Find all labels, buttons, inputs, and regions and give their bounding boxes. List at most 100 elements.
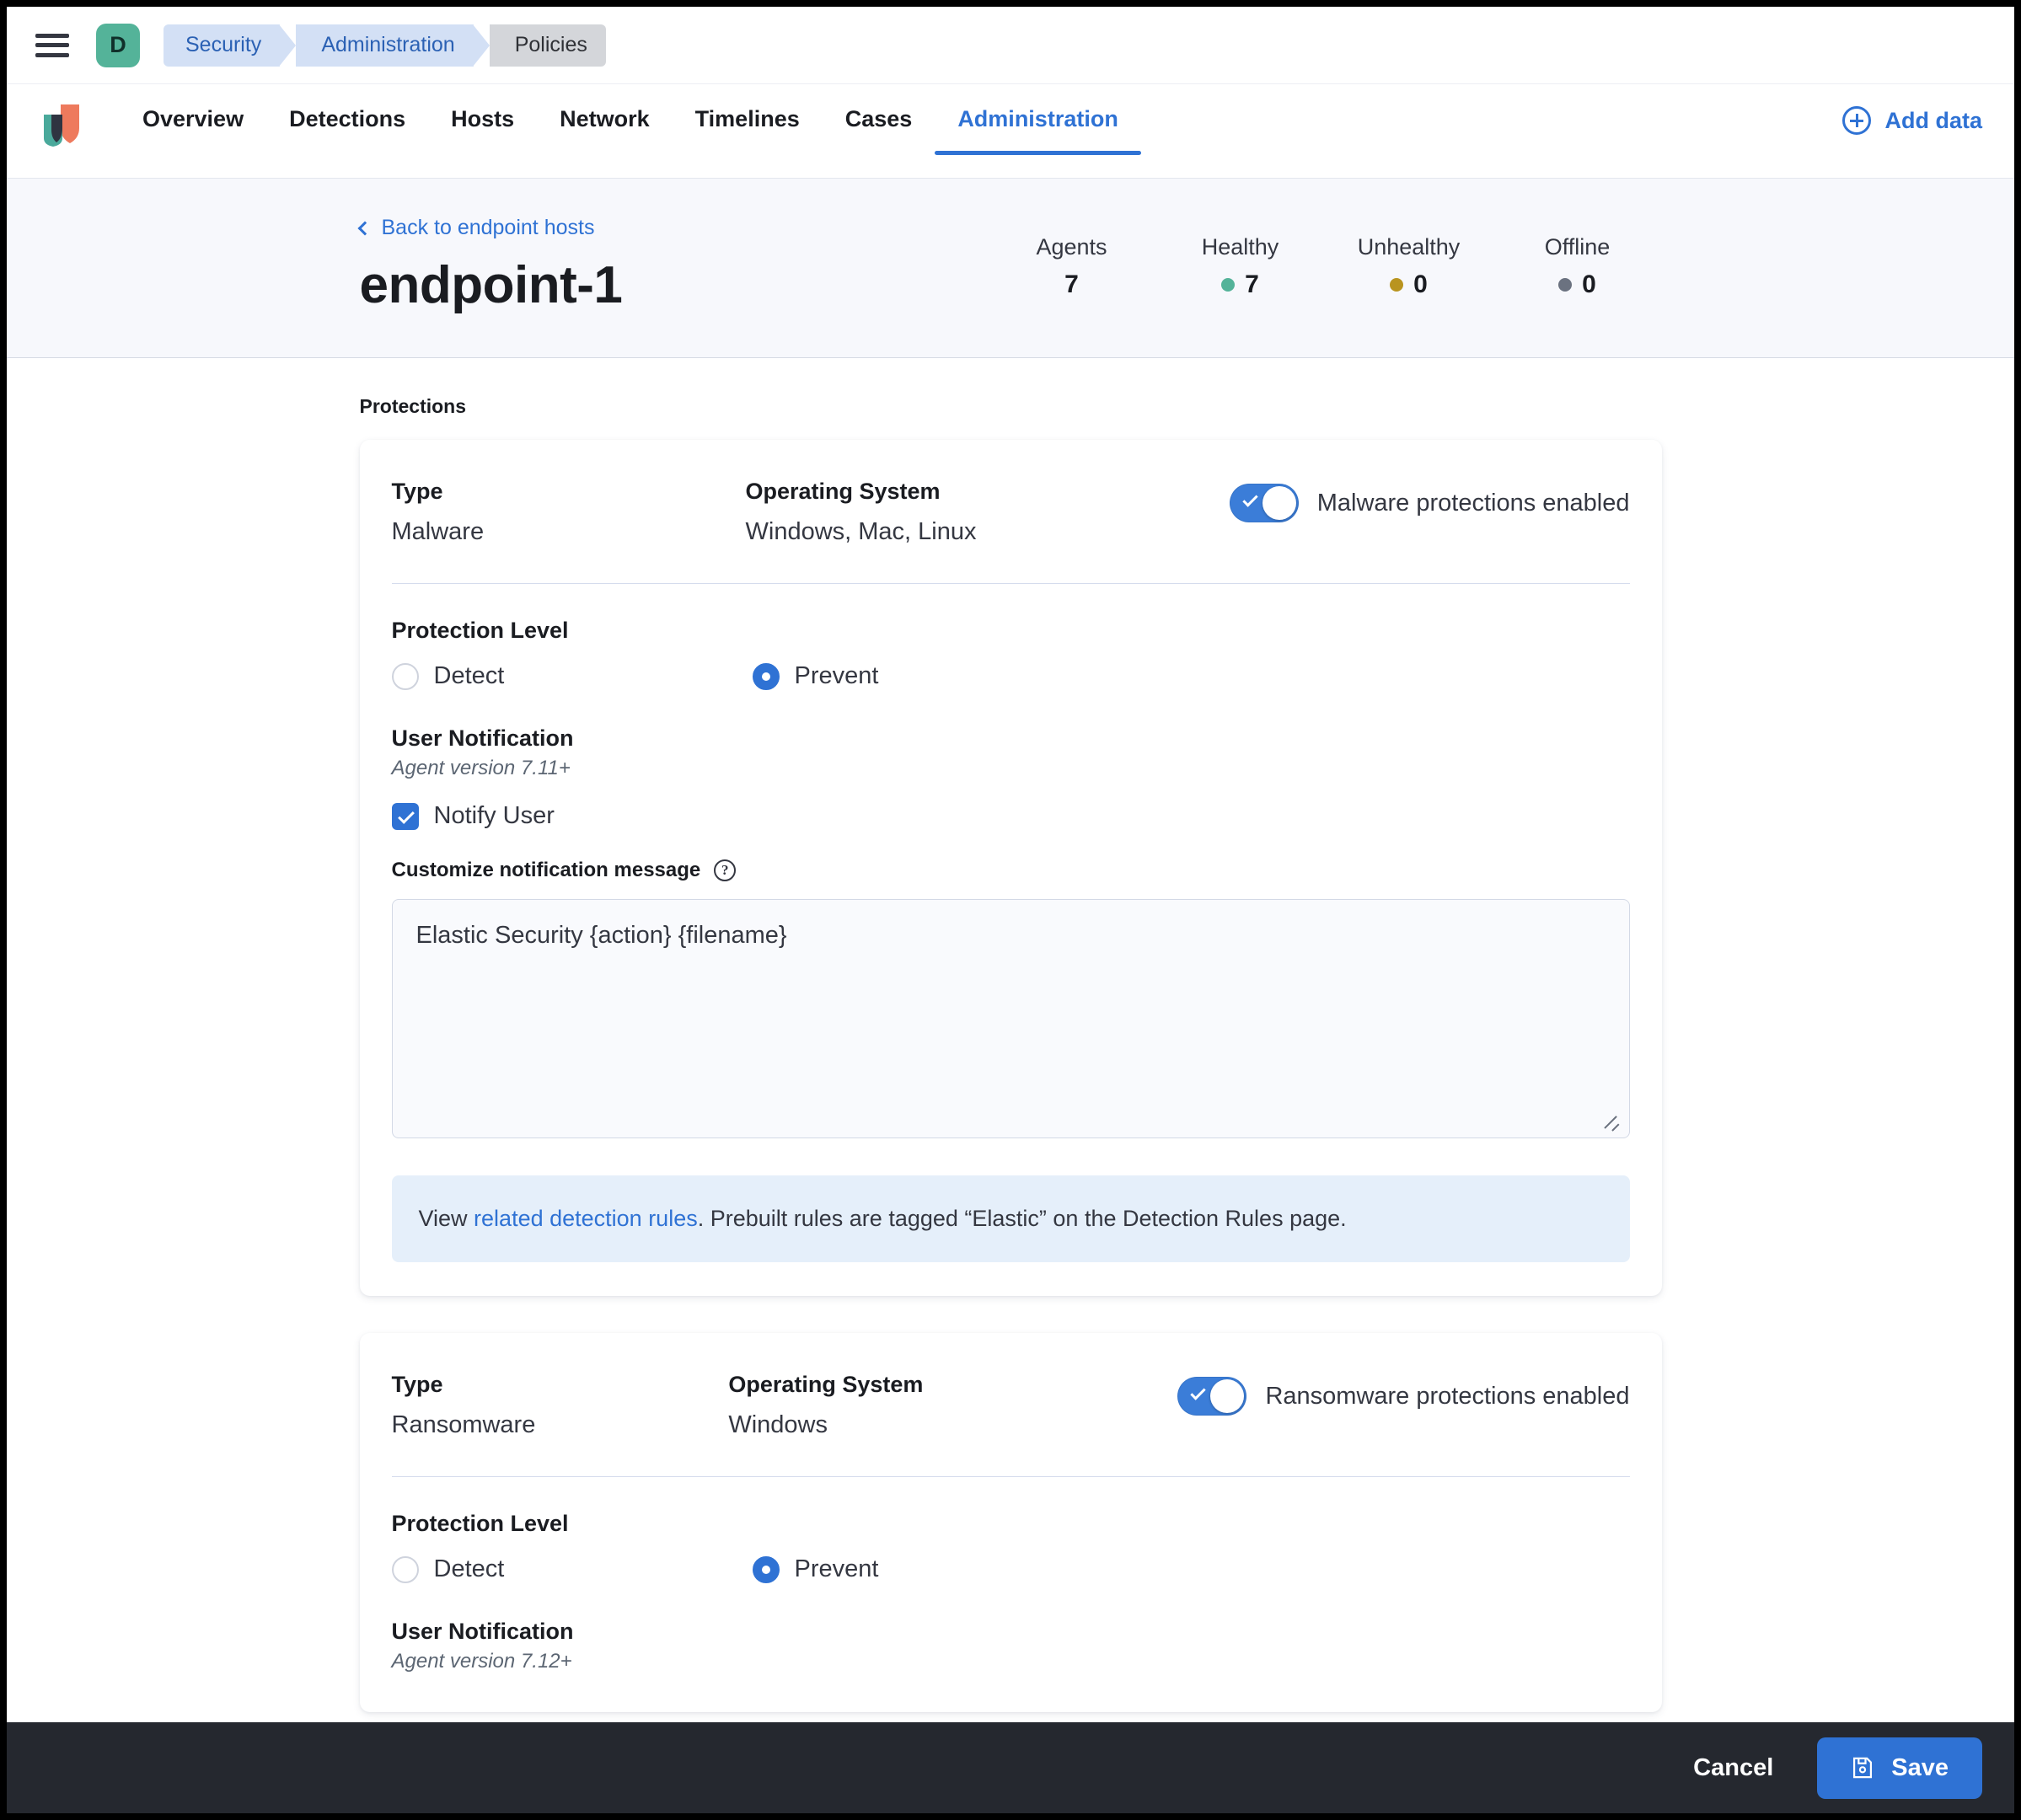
os-value: Windows bbox=[728, 1411, 828, 1438]
stat-healthy: Healthy 7 bbox=[1156, 234, 1325, 299]
protections-section-label: Protections bbox=[359, 395, 467, 417]
radio-icon-prevent bbox=[752, 662, 780, 690]
tab-administration[interactable]: Administration bbox=[935, 84, 1141, 155]
card-header-row: Type Ransomware Operating System Windows… bbox=[392, 1372, 1630, 1439]
type-value: Malware bbox=[391, 518, 485, 545]
stat-healthy-value: 7 bbox=[1156, 270, 1325, 299]
card-header-row: Type Malware Operating System Windows, M… bbox=[392, 479, 1630, 546]
radio-icon-prevent bbox=[752, 1555, 780, 1583]
stat-offline-value: 0 bbox=[1493, 270, 1662, 299]
stat-agents-label: Agents bbox=[1036, 234, 1107, 260]
tab-timelines[interactable]: Timelines bbox=[673, 84, 823, 153]
protection-level-radio-group: Detect Prevent bbox=[391, 662, 1630, 690]
agent-version-note: Agent version 7.12+ bbox=[391, 1650, 572, 1673]
callout-prefix: View bbox=[418, 1206, 474, 1231]
type-column: Type Malware bbox=[392, 479, 746, 546]
tab-cases[interactable]: Cases bbox=[823, 84, 935, 153]
stat-agents: Agents 7 bbox=[988, 234, 1156, 299]
resize-handle-icon[interactable] bbox=[1604, 1114, 1622, 1132]
malware-toggle-group: Malware protections enabled bbox=[1229, 484, 1630, 522]
hamburger-menu-icon[interactable] bbox=[34, 30, 71, 61]
toggle-knob bbox=[1210, 1379, 1245, 1413]
stat-offline: Offline 0 bbox=[1493, 234, 1662, 299]
tab-detections[interactable]: Detections bbox=[266, 84, 428, 153]
type-value: Ransomware bbox=[391, 1411, 536, 1438]
customize-message-label-row: Customize notification message ? bbox=[392, 859, 1630, 882]
protection-card-ransomware: Type Ransomware Operating System Windows… bbox=[359, 1333, 1662, 1712]
type-label: Type bbox=[391, 479, 443, 504]
ransomware-protections-toggle[interactable] bbox=[1177, 1377, 1247, 1416]
notification-message-textarea[interactable]: Elastic Security {action} {filename} bbox=[391, 899, 1630, 1138]
status-dot-offline bbox=[1558, 278, 1573, 292]
plus-circle-icon bbox=[1842, 106, 1872, 135]
app-window: D Security Administration Policies Overv… bbox=[7, 7, 2014, 1813]
stat-unhealthy: Unhealthy 0 bbox=[1325, 234, 1493, 299]
back-link-label: Back to endpoint hosts bbox=[381, 216, 595, 239]
save-button[interactable]: Save bbox=[1817, 1737, 1982, 1799]
os-value: Windows, Mac, Linux bbox=[745, 518, 977, 545]
cancel-button[interactable]: Cancel bbox=[1678, 1746, 1788, 1791]
stat-agents-value: 7 bbox=[988, 270, 1156, 299]
breadcrumb-separator-icon bbox=[472, 24, 490, 67]
os-label: Operating System bbox=[745, 479, 941, 504]
stat-unhealthy-number: 0 bbox=[1413, 270, 1428, 298]
type-column: Type Ransomware bbox=[392, 1372, 729, 1439]
protection-level-label: Protection Level bbox=[391, 618, 569, 643]
callout-suffix: . Prebuilt rules are tagged “Elastic” on… bbox=[697, 1206, 1347, 1231]
protection-level-radio-group: Detect Prevent bbox=[391, 1555, 1630, 1583]
detection-rules-callout: View related detection rules. Prebuilt r… bbox=[391, 1175, 1630, 1262]
tab-network[interactable]: Network bbox=[537, 84, 673, 153]
save-label: Save bbox=[1891, 1753, 1949, 1781]
add-data-label: Add data bbox=[1884, 107, 1982, 133]
malware-toggle-label: Malware protections enabled bbox=[1316, 489, 1630, 517]
chevron-left-icon bbox=[357, 221, 372, 235]
space-avatar[interactable]: D bbox=[96, 23, 140, 67]
stat-healthy-label: Healthy bbox=[1201, 234, 1279, 260]
elastic-logo bbox=[42, 103, 81, 147]
type-label: Type bbox=[391, 1372, 443, 1397]
stat-healthy-number: 7 bbox=[1245, 270, 1259, 298]
primary-nav: Overview Detections Hosts Network Timeli… bbox=[7, 84, 2014, 179]
tab-overview[interactable]: Overview bbox=[120, 84, 266, 153]
page-header: Back to endpoint hosts endpoint-1 Agents… bbox=[7, 179, 2014, 358]
toggle-knob bbox=[1262, 486, 1296, 520]
customize-message-label: Customize notification message bbox=[391, 859, 701, 881]
related-detection-rules-link[interactable]: related detection rules bbox=[474, 1206, 698, 1231]
stat-unhealthy-value: 0 bbox=[1325, 270, 1493, 299]
breadcrumb-item-administration[interactable]: Administration bbox=[296, 24, 474, 67]
radio-label-prevent: Prevent bbox=[794, 662, 879, 689]
radio-label-detect: Detect bbox=[433, 1555, 505, 1582]
os-column: Operating System Windows, Mac, Linux bbox=[746, 479, 1218, 546]
tab-hosts[interactable]: Hosts bbox=[428, 84, 537, 153]
ransomware-toggle-group: Ransomware protections enabled bbox=[1177, 1377, 1630, 1416]
question-mark-circle-icon[interactable]: ? bbox=[714, 859, 737, 881]
protection-card-malware: Type Malware Operating System Windows, M… bbox=[359, 440, 1662, 1296]
stat-offline-label: Offline bbox=[1544, 234, 1611, 260]
breadcrumb-separator-icon bbox=[279, 24, 297, 67]
card-divider bbox=[391, 583, 1630, 584]
stat-agents-number: 7 bbox=[1064, 270, 1079, 298]
malware-protections-toggle[interactable] bbox=[1229, 484, 1299, 522]
user-notification-label: User Notification bbox=[391, 1619, 574, 1644]
breadcrumb-item-security[interactable]: Security bbox=[164, 24, 281, 67]
stat-offline-number: 0 bbox=[1582, 270, 1596, 298]
radio-icon-detect bbox=[391, 1555, 419, 1583]
radio-icon-detect bbox=[391, 662, 419, 690]
agent-version-note: Agent version 7.11+ bbox=[391, 757, 571, 779]
os-label: Operating System bbox=[728, 1372, 924, 1397]
check-icon bbox=[1242, 491, 1258, 507]
check-icon bbox=[1190, 1384, 1207, 1400]
notify-user-checkbox[interactable] bbox=[391, 802, 419, 830]
status-dot-healthy bbox=[1221, 278, 1236, 292]
radio-label-detect: Detect bbox=[433, 662, 505, 689]
radio-option-prevent[interactable]: Prevent bbox=[752, 662, 879, 690]
card-divider bbox=[391, 1476, 1630, 1477]
radio-option-prevent[interactable]: Prevent bbox=[752, 1555, 878, 1583]
agent-stats: Agents 7 Healthy 7 Unhealthy 0 Offline 0 bbox=[988, 234, 1662, 299]
notify-user-checkbox-row[interactable]: Notify User bbox=[391, 802, 1630, 830]
breadcrumb-item-policies[interactable]: Policies bbox=[489, 24, 606, 67]
stat-unhealthy-label: Unhealthy bbox=[1357, 234, 1461, 260]
radio-option-detect[interactable]: Detect bbox=[391, 1555, 753, 1583]
add-data-button[interactable]: Add data bbox=[1842, 106, 1982, 135]
radio-option-detect[interactable]: Detect bbox=[391, 662, 753, 690]
